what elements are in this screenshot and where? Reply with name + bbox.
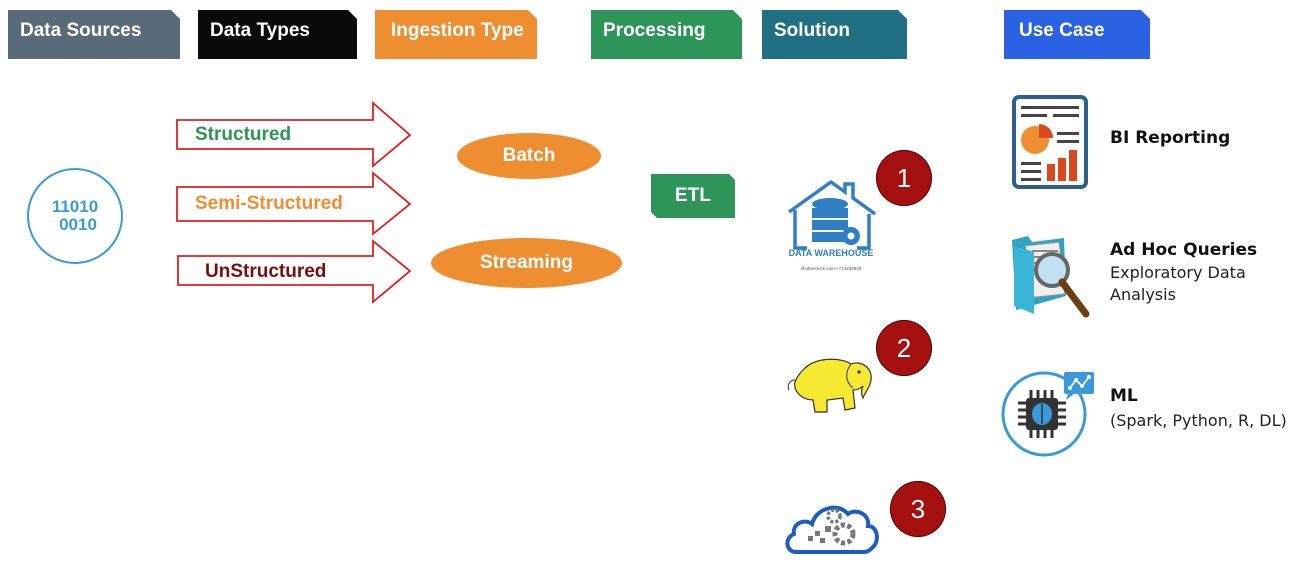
- tab-data-sources: Data Sources: [8, 10, 180, 59]
- ingestion-batch: Batch: [457, 133, 601, 179]
- use-case-ad-hoc-title: Ad Hoc Queries: [1110, 240, 1258, 260]
- report-icon: [1012, 95, 1088, 189]
- use-case-ad-hoc-subtitle: Exploratory Data Analysis: [1110, 263, 1246, 304]
- cloud-gears-icon: [785, 505, 879, 554]
- tab-ingestion-type: Ingestion Type: [375, 10, 537, 59]
- use-case-ml-title: ML: [1110, 386, 1138, 406]
- data-type-semi-structured: Semi-Structured: [195, 193, 343, 214]
- data-warehouse-icon: DATA WAREHOUSE shutterstock.com • 713230…: [787, 179, 877, 270]
- data-type-unstructured: UnStructured: [205, 261, 327, 282]
- ai-chip-icon: [1001, 371, 1094, 457]
- tab-use-case: Use Case: [1004, 10, 1150, 59]
- solution-badge-3: 3: [890, 481, 946, 537]
- binary-line-2: 0010: [59, 215, 97, 234]
- hadoop-elephant-icon: [787, 358, 872, 413]
- processing-etl: ETL: [651, 174, 735, 218]
- tab-solution: Solution: [762, 10, 907, 59]
- use-case-ml-subtitle: (Spark, Python, R, DL): [1110, 411, 1287, 430]
- data-type-structured: Structured: [195, 124, 292, 145]
- solution-badge-1: 1: [876, 150, 932, 206]
- ingestion-streaming: Streaming: [431, 238, 622, 288]
- folder-search-icon: [1012, 236, 1090, 318]
- data-warehouse-caption: DATA WAREHOUSE: [789, 248, 874, 258]
- tab-data-types: Data Types: [198, 10, 357, 59]
- solution-badge-2: 2: [876, 320, 932, 376]
- tab-processing: Processing: [591, 10, 742, 59]
- use-case-bi-reporting-title: BI Reporting: [1110, 128, 1231, 148]
- data-warehouse-credit: shutterstock.com • 713230949: [801, 266, 862, 270]
- binary-line-1: 11010: [51, 197, 99, 216]
